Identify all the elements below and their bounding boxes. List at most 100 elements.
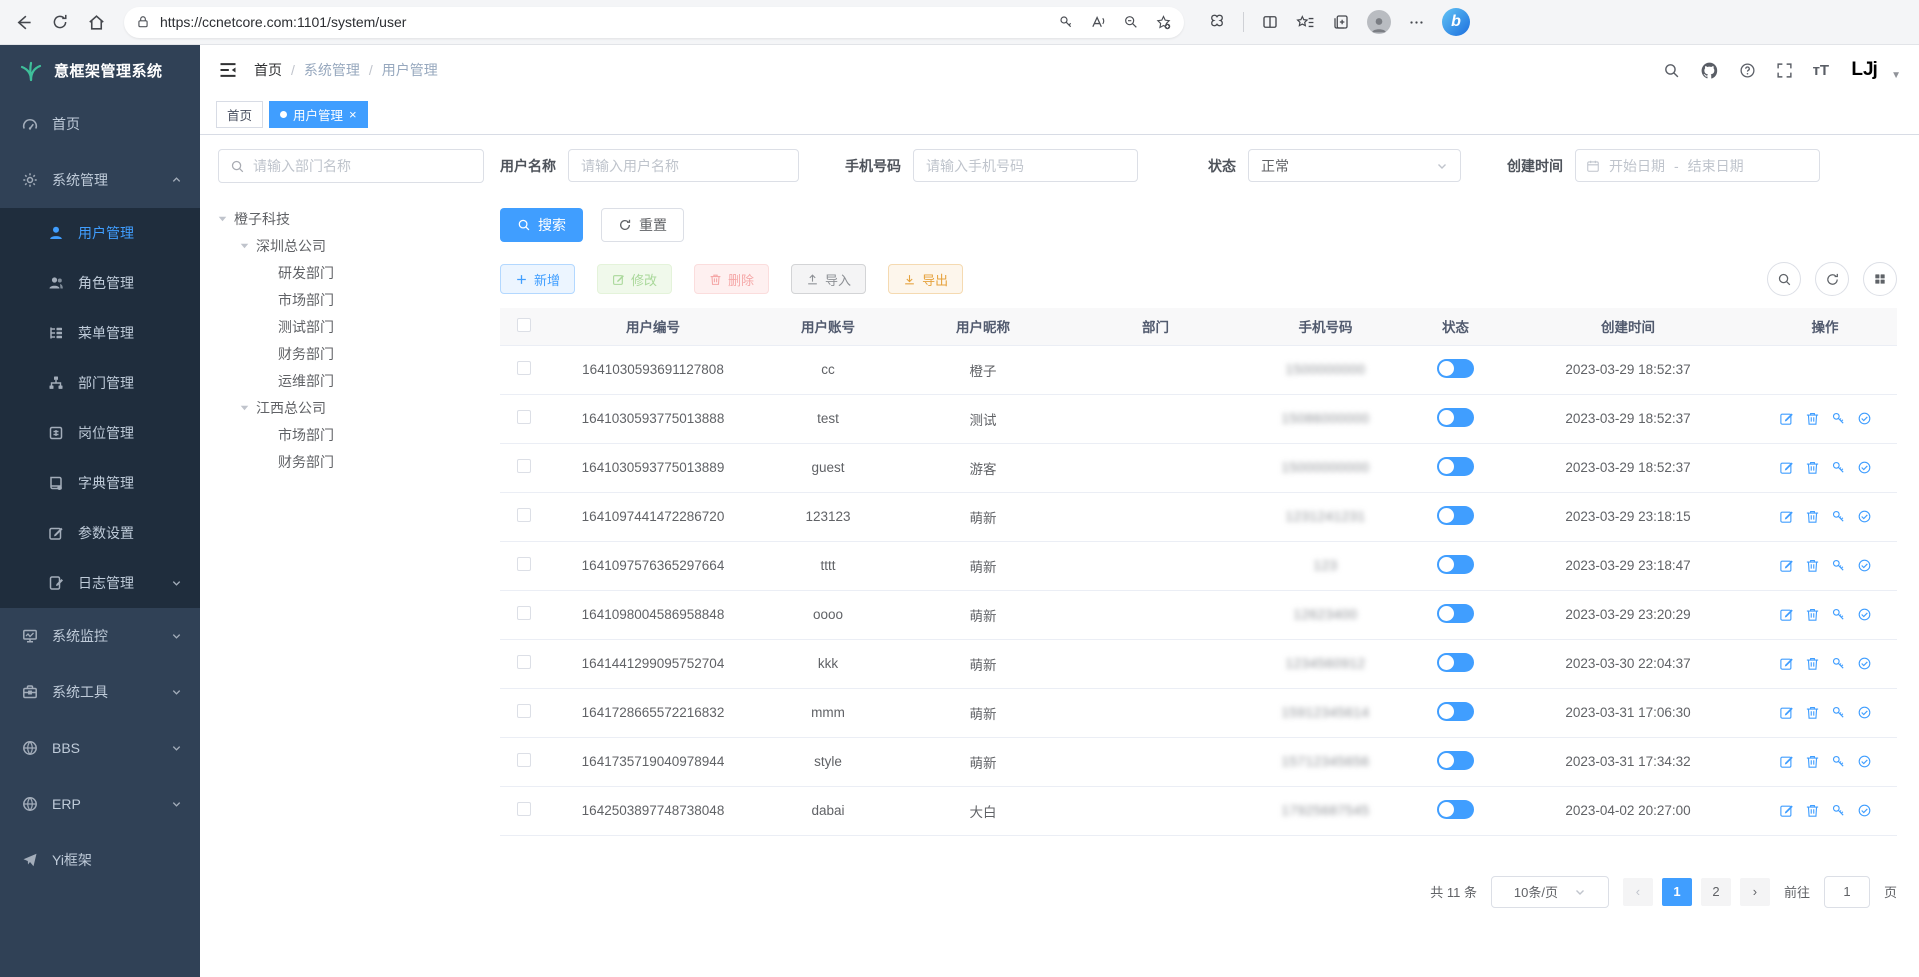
assign-role-button[interactable] [1857, 411, 1872, 426]
reset-password-button[interactable] [1831, 803, 1846, 818]
modify-button[interactable]: 修改 [597, 264, 672, 294]
reset-button[interactable]: 重置 [601, 208, 684, 242]
edit-button[interactable] [1779, 460, 1794, 475]
reset-password-button[interactable] [1831, 705, 1846, 720]
sidebar-item-bbs[interactable]: BBS [0, 720, 200, 776]
delete-button[interactable] [1805, 607, 1820, 622]
sidebar-item-role[interactable]: 角色管理 [0, 258, 200, 308]
add-favorite-icon[interactable] [1155, 14, 1172, 31]
sidebar-item-system[interactable]: 系统管理 [0, 152, 200, 208]
edit-button[interactable] [1779, 411, 1794, 426]
zoom-out-icon[interactable] [1123, 14, 1139, 31]
profile-avatar[interactable] [1367, 10, 1391, 34]
favorites-bar-icon[interactable] [1296, 13, 1315, 32]
add-button[interactable]: 新增 [500, 264, 575, 294]
status-toggle[interactable] [1437, 751, 1474, 770]
status-toggle[interactable] [1437, 457, 1474, 476]
show-search-toggle-button[interactable] [1767, 262, 1801, 296]
status-toggle[interactable] [1437, 702, 1474, 721]
goto-page-input[interactable] [1824, 876, 1870, 908]
edit-button[interactable] [1779, 509, 1794, 524]
date-range-picker[interactable]: 开始日期 - 结束日期 [1575, 149, 1820, 182]
tree-node[interactable]: 市场部门 [218, 286, 484, 313]
status-toggle[interactable] [1437, 506, 1474, 525]
sidebar-item-monitor[interactable]: 系统监控 [0, 608, 200, 664]
row-checkbox[interactable] [517, 753, 531, 767]
status-select[interactable]: 正常 [1248, 149, 1461, 182]
sidebar-item-menu[interactable]: 菜单管理 [0, 308, 200, 358]
row-checkbox[interactable] [517, 508, 531, 522]
sidebar-item-log[interactable]: 日志管理 [0, 558, 200, 608]
tree-node[interactable]: 深圳总公司 [218, 232, 484, 259]
delete-button[interactable]: 删除 [694, 264, 769, 294]
username-input[interactable] [568, 149, 799, 182]
status-toggle[interactable] [1437, 555, 1474, 574]
phone-input[interactable] [913, 149, 1138, 182]
password-key-icon[interactable] [1058, 14, 1074, 31]
tree-node[interactable]: 财务部门 [218, 448, 484, 475]
sidebar-item-yiframe[interactable]: Yi框架 [0, 832, 200, 888]
delete-button[interactable] [1805, 558, 1820, 573]
tree-node[interactable]: 市场部门 [218, 421, 484, 448]
fullscreen-icon[interactable] [1776, 62, 1793, 79]
search-button[interactable]: 搜索 [500, 208, 583, 242]
status-toggle[interactable] [1437, 359, 1474, 378]
more-icon[interactable] [1408, 14, 1425, 31]
status-toggle[interactable] [1437, 800, 1474, 819]
breadcrumb-home[interactable]: 首页 [254, 60, 282, 80]
tab-home[interactable]: 首页 [216, 101, 263, 128]
browser-essentials-icon[interactable] [1208, 13, 1226, 31]
select-all-checkbox[interactable] [517, 318, 531, 332]
split-screen-icon[interactable] [1261, 13, 1279, 31]
assign-role-button[interactable] [1857, 656, 1872, 671]
delete-button[interactable] [1805, 803, 1820, 818]
page-button-2[interactable]: 2 [1701, 878, 1731, 906]
refresh-table-button[interactable] [1815, 262, 1849, 296]
sidebar-item-home[interactable]: 首页 [0, 96, 200, 152]
sidebar-item-dept[interactable]: 部门管理 [0, 358, 200, 408]
tree-node[interactable]: 运维部门 [218, 367, 484, 394]
status-toggle[interactable] [1437, 604, 1474, 623]
row-checkbox[interactable] [517, 557, 531, 571]
tree-node[interactable]: 研发部门 [218, 259, 484, 286]
edit-button[interactable] [1779, 558, 1794, 573]
status-toggle[interactable] [1437, 653, 1474, 672]
tree-expand-caret-icon[interactable] [239, 403, 250, 412]
assign-role-button[interactable] [1857, 460, 1872, 475]
assign-role-button[interactable] [1857, 705, 1872, 720]
reset-password-button[interactable] [1831, 656, 1846, 671]
row-checkbox[interactable] [517, 361, 531, 375]
delete-button[interactable] [1805, 460, 1820, 475]
sidebar-item-dict[interactable]: 字典管理 [0, 458, 200, 508]
tree-expand-caret-icon[interactable] [217, 214, 228, 223]
read-aloud-icon[interactable] [1090, 14, 1107, 31]
tree-expand-caret-icon[interactable] [239, 241, 250, 250]
help-icon[interactable] [1739, 62, 1756, 79]
sidebar-item-erp[interactable]: ERP [0, 776, 200, 832]
app-logo[interactable]: 意框架管理系统 [0, 45, 200, 96]
row-checkbox[interactable] [517, 655, 531, 669]
refresh-icon[interactable] [51, 13, 69, 31]
import-button[interactable]: 导入 [791, 264, 866, 294]
delete-button[interactable] [1805, 656, 1820, 671]
user-menu-caret-icon[interactable]: ▼ [1891, 70, 1901, 81]
delete-button[interactable] [1805, 509, 1820, 524]
edit-button[interactable] [1779, 754, 1794, 769]
edit-button[interactable] [1779, 803, 1794, 818]
delete-button[interactable] [1805, 705, 1820, 720]
sidebar-item-post[interactable]: 岗位管理 [0, 408, 200, 458]
row-checkbox[interactable] [517, 704, 531, 718]
edit-button[interactable] [1779, 656, 1794, 671]
page-button-1[interactable]: 1 [1662, 878, 1692, 906]
delete-button[interactable] [1805, 754, 1820, 769]
back-icon[interactable] [14, 13, 33, 32]
row-checkbox[interactable] [517, 410, 531, 424]
tree-node[interactable]: 橙子科技 [218, 205, 484, 232]
row-checkbox[interactable] [517, 802, 531, 816]
prev-page-button[interactable]: ‹ [1623, 878, 1653, 906]
assign-role-button[interactable] [1857, 803, 1872, 818]
reset-password-button[interactable] [1831, 460, 1846, 475]
font-size-icon[interactable]: ᴛT [1813, 62, 1830, 79]
tree-node[interactable]: 财务部门 [218, 340, 484, 367]
edit-button[interactable] [1779, 607, 1794, 622]
